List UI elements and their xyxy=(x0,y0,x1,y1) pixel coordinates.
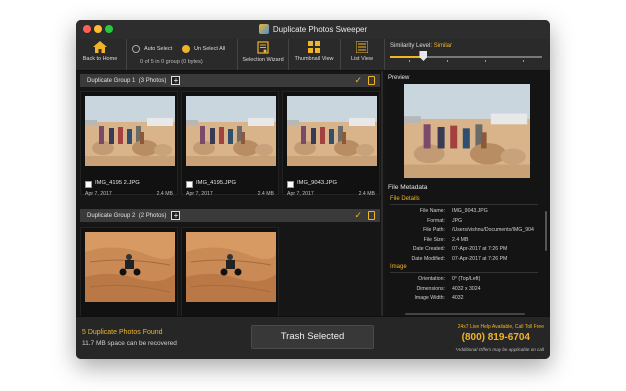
photo-checkbox[interactable] xyxy=(287,181,294,188)
toolbar-separator xyxy=(288,39,289,70)
desert-camel-photo xyxy=(186,96,276,166)
metadata-row: Format: JPG xyxy=(385,218,545,226)
checkmark-icon[interactable]: ✓ xyxy=(354,75,362,86)
preview-label: Preview xyxy=(388,75,410,81)
app-window: Duplicate Photos Sweeper Back to Home Au… xyxy=(76,20,550,359)
metadata-value: 07-Apr-2017 at 7:26 PM xyxy=(452,246,508,252)
toolbar: Back to Home Auto Select Un Select All 0… xyxy=(76,39,550,71)
metadata-value: 07-Apr-2017 at 7:26 PM xyxy=(452,255,508,262)
thumbnail-view-button[interactable]: Thumbnail View xyxy=(290,41,338,62)
preview-image xyxy=(404,84,530,178)
metadata-horizontal-scrollbar[interactable] xyxy=(405,313,525,315)
selection-wizard-button[interactable]: Selection Wizard xyxy=(239,41,287,63)
metadata-key: File Path: xyxy=(423,227,445,233)
divider xyxy=(390,204,538,205)
photo-card[interactable]: IMG_4195.JPG Apr 7, 2017 2.4 MB xyxy=(181,91,279,197)
slider-tick xyxy=(485,60,486,62)
offers-disclaimer: *Additional Offers may be applicable on … xyxy=(455,347,544,352)
photo-card[interactable]: IMG_4195 2.JPG Apr 7, 2017 2.4 MB xyxy=(80,91,178,197)
photo-groups-pane[interactable]: Duplicate Group 1 (3 Photos) + ✓ IMG_419… xyxy=(76,71,383,316)
wizard-icon xyxy=(257,41,269,54)
slider-tick xyxy=(409,60,410,62)
slider-fill xyxy=(390,56,424,58)
slider-thumb[interactable] xyxy=(419,51,428,61)
metadata-key: File Name: xyxy=(419,208,445,214)
slider-tick xyxy=(447,60,448,62)
toolbar-separator xyxy=(340,39,341,70)
desert-quad-bike-photo xyxy=(186,232,276,302)
metadata-row: Date Created: 07-Apr-2017 at 7:26 PM xyxy=(385,246,545,254)
expand-group-button[interactable]: + xyxy=(171,211,181,220)
phone-number[interactable]: (800) 819-6704 xyxy=(462,332,530,343)
app-icon xyxy=(258,24,269,34)
metadata-key: Image Width: xyxy=(414,295,445,301)
metadata-row: Dimensions: 4032 x 3024 xyxy=(385,286,545,294)
preview-pane: Preview File Metadata File Details File … xyxy=(385,71,550,316)
toolbar-separator xyxy=(384,39,385,70)
photo-card[interactable] xyxy=(181,227,279,316)
toolbar-separator xyxy=(237,39,238,70)
space-recoverable-text: 11.7 MB space can be recovered xyxy=(82,340,177,347)
group-header: Duplicate Group 2 (2 Photos) + ✓ xyxy=(80,209,380,222)
duplicates-found-text: 5 Duplicate Photos Found xyxy=(82,329,163,336)
metadata-value: 0° (Top/Left) xyxy=(452,276,481,282)
window-title: Duplicate Photos Sweeper xyxy=(76,24,550,34)
metadata-key: Format: xyxy=(427,217,445,224)
metadata-value: IMG_9043.JPG xyxy=(452,208,488,214)
auto-select-radio[interactable]: Auto Select xyxy=(132,45,172,53)
metadata-title: File Metadata xyxy=(388,184,428,191)
radio-off-icon xyxy=(132,45,140,53)
file-details-heading: File Details xyxy=(390,196,420,202)
photo-checkbox[interactable] xyxy=(85,181,92,188)
list-icon xyxy=(356,41,368,53)
desert-camel-photo xyxy=(287,96,377,166)
metadata-value: 4032 xyxy=(452,295,464,301)
metadata-row: File Name: IMG_9043.JPG xyxy=(385,208,545,216)
back-to-home-button[interactable]: Back to Home xyxy=(82,41,118,62)
metadata-key: File Size: xyxy=(423,236,445,243)
metadata-value: JPG xyxy=(452,217,463,224)
radio-on-icon xyxy=(182,45,190,53)
metadata-row: Image Width: 4032 xyxy=(385,295,545,303)
similarity-level-label: Similarity Level: Similar xyxy=(390,43,453,49)
main-area: Duplicate Group 1 (3 Photos) + ✓ IMG_419… xyxy=(76,71,550,316)
metadata-row: Date Modified: 07-Apr-2017 at 7:26 PM xyxy=(385,256,545,264)
divider xyxy=(390,272,538,273)
metadata-row: Orientation: 0° (Top/Left) xyxy=(385,276,545,284)
list-view-button[interactable]: List View xyxy=(342,41,382,62)
live-help-text: 24x7 Live Help Available, Call Toll Free xyxy=(457,324,544,330)
lock-icon[interactable] xyxy=(368,211,375,220)
metadata-key: Orientation: xyxy=(418,276,445,282)
metadata-key: Dimensions: xyxy=(416,285,445,292)
lock-icon[interactable] xyxy=(368,76,375,85)
toolbar-separator xyxy=(126,39,127,70)
title-bar: Duplicate Photos Sweeper xyxy=(76,20,550,39)
similarity-slider[interactable] xyxy=(390,51,542,62)
expand-group-button[interactable]: + xyxy=(171,76,181,85)
photo-card[interactable] xyxy=(80,227,178,316)
metadata-scrollbar[interactable] xyxy=(545,211,547,251)
metadata-value: /Users/vishnu/Documents/IMG_904 xyxy=(452,227,534,233)
desert-camel-photo xyxy=(85,96,175,166)
metadata-value: 2.4 MB xyxy=(452,236,469,243)
metadata-key: Date Modified: xyxy=(411,255,445,262)
slider-tick xyxy=(523,60,524,62)
image-heading: Image xyxy=(390,264,407,270)
desert-quad-bike-photo xyxy=(85,232,175,302)
group-header: Duplicate Group 1 (3 Photos) + ✓ xyxy=(80,74,380,87)
unselect-all-radio[interactable]: Un Select All xyxy=(182,45,225,53)
metadata-row: File Path: /Users/vishnu/Documents/IMG_90… xyxy=(385,227,545,235)
photo-card[interactable]: IMG_9043.JPG Apr 7, 2017 2.4 MB xyxy=(282,91,380,197)
photo-checkbox[interactable] xyxy=(186,181,193,188)
metadata-row: File Size: 2.4 MB xyxy=(385,237,545,245)
trash-selected-button[interactable]: Trash Selected xyxy=(251,325,374,349)
home-icon xyxy=(93,41,107,53)
checkmark-icon[interactable]: ✓ xyxy=(354,210,362,221)
metadata-key: Date Created: xyxy=(412,246,445,252)
metadata-value: 4032 x 3024 xyxy=(452,285,481,292)
footer: 5 Duplicate Photos Found 11.7 MB space c… xyxy=(76,316,550,359)
groups-scrollbar[interactable] xyxy=(381,71,383,316)
grid-icon xyxy=(308,41,320,53)
selection-counter: 0 of 5 in 0 group (0 bytes) xyxy=(140,59,203,65)
